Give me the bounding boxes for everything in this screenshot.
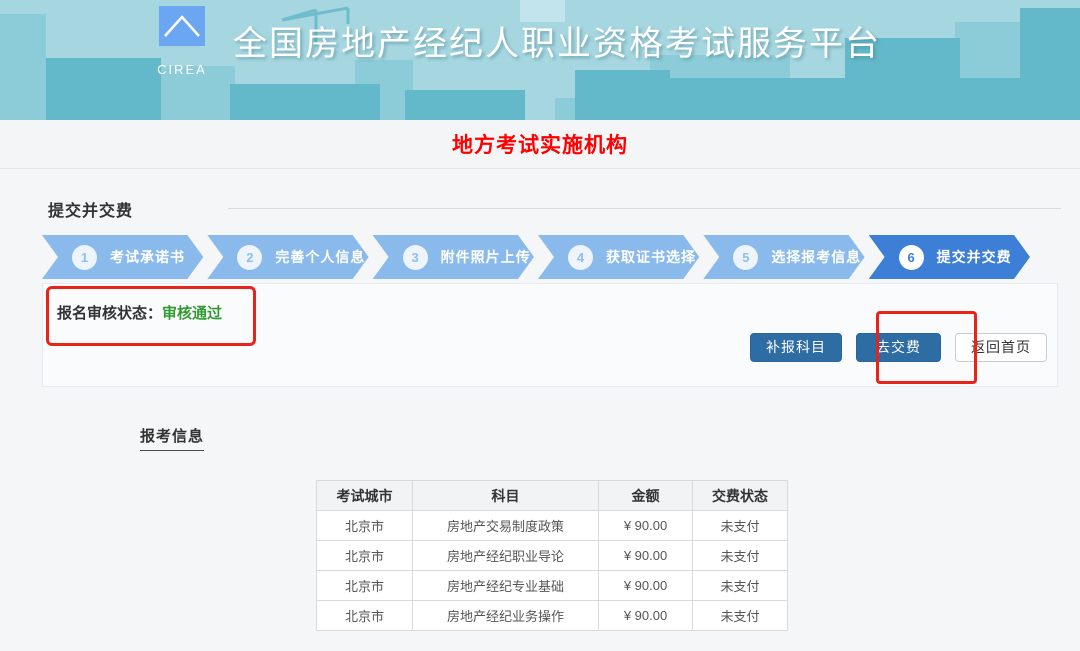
step-3-number: 3 (403, 245, 428, 270)
step-1-exam-commitment[interactable]: 1 考试承诺书 (42, 235, 203, 279)
cell-amount: ¥ 90.00 (599, 541, 693, 571)
cell-subject: 房地产经纪职业导论 (413, 541, 599, 571)
cell-city: 北京市 (317, 571, 413, 601)
table-row: 北京市 房地产经纪业务操作 ¥ 90.00 未支付 (317, 601, 788, 631)
supplement-subjects-button[interactable]: 补报科目 (750, 333, 842, 362)
step-5-label: 选择报考信息 (771, 247, 861, 267)
step-3-photo-upload[interactable]: 3 附件照片上传 (373, 235, 534, 279)
table-row: 北京市 房地产经纪职业导论 ¥ 90.00 未支付 (317, 541, 788, 571)
step-6-number: 6 (899, 245, 924, 270)
step-2-personal-info[interactable]: 2 完善个人信息 (207, 235, 368, 279)
step-1-label: 考试承诺书 (110, 247, 185, 267)
step-2-label: 完善个人信息 (275, 247, 365, 267)
section-divider (228, 208, 1061, 209)
cell-payment-status: 未支付 (693, 511, 788, 541)
return-home-button[interactable]: 返回首页 (955, 333, 1047, 362)
step-4-number: 4 (568, 245, 593, 270)
cirea-logo-icon (159, 6, 205, 46)
notice-band: 地方考试实施机构 (0, 120, 1080, 169)
col-header-amount: 金额 (599, 481, 693, 511)
step-3-label: 附件照片上传 (441, 247, 531, 267)
go-pay-button[interactable]: 去交费 (856, 333, 941, 362)
cell-payment-status: 未支付 (693, 541, 788, 571)
fee-table-header-row: 考试城市 科目 金额 交费状态 (317, 481, 788, 511)
fee-table: 考试城市 科目 金额 交费状态 北京市 房地产交易制度政策 ¥ 90.00 未支… (316, 480, 788, 631)
action-button-row: 补报科目 去交费 返回首页 (750, 333, 1047, 362)
step-6-label: 提交并交费 (937, 247, 1012, 267)
col-header-subject: 科目 (413, 481, 599, 511)
step-6-submit-and-pay[interactable]: 6 提交并交费 (869, 235, 1030, 279)
page: CIREA 全国房地产经纪人职业资格考试服务平台 地方考试实施机构 提交并交费 … (0, 0, 1080, 651)
step-5-number: 5 (733, 245, 758, 270)
cell-amount: ¥ 90.00 (599, 571, 693, 601)
status-panel: 报名审核状态：审核通过 补报科目 去交费 返回首页 (42, 283, 1058, 387)
review-status: 报名审核状态：审核通过 (57, 302, 222, 323)
step-4-certificate-choice[interactable]: 4 获取证书选择 (538, 235, 699, 279)
cirea-logo-text: CIREA (152, 62, 212, 77)
cell-amount: ¥ 90.00 (599, 601, 693, 631)
step-1-number: 1 (72, 245, 97, 270)
step-5-exam-selection[interactable]: 5 选择报考信息 (703, 235, 864, 279)
cell-amount: ¥ 90.00 (599, 511, 693, 541)
col-header-payment-status: 交费状态 (693, 481, 788, 511)
review-status-value: 审核通过 (162, 305, 222, 322)
header-banner: CIREA 全国房地产经纪人职业资格考试服务平台 (0, 0, 1080, 120)
cell-subject: 房地产经纪专业基础 (413, 571, 599, 601)
step-wizard: 1 考试承诺书 2 完善个人信息 3 附件照片上传 4 获取证书选择 5 选择报… (42, 235, 1030, 279)
col-header-exam-city: 考试城市 (317, 481, 413, 511)
cell-payment-status: 未支付 (693, 601, 788, 631)
step-4-label: 获取证书选择 (606, 247, 696, 267)
platform-title: 全国房地产经纪人职业资格考试服务平台 (233, 16, 881, 65)
step-2-number: 2 (237, 245, 262, 270)
table-row: 北京市 房地产经纪专业基础 ¥ 90.00 未支付 (317, 571, 788, 601)
cell-subject: 房地产经纪业务操作 (413, 601, 599, 631)
table-row: 北京市 房地产交易制度政策 ¥ 90.00 未支付 (317, 511, 788, 541)
cirea-logo: CIREA (152, 6, 212, 77)
cell-subject: 房地产交易制度政策 (413, 511, 599, 541)
review-status-label: 报名审核状态： (57, 305, 162, 322)
cell-city: 北京市 (317, 511, 413, 541)
cell-payment-status: 未支付 (693, 571, 788, 601)
section-title: 提交并交费 (48, 197, 133, 221)
cell-city: 北京市 (317, 541, 413, 571)
cell-city: 北京市 (317, 601, 413, 631)
registration-info-title: 报考信息 (140, 425, 204, 451)
notice-text: 地方考试实施机构 (452, 129, 628, 159)
